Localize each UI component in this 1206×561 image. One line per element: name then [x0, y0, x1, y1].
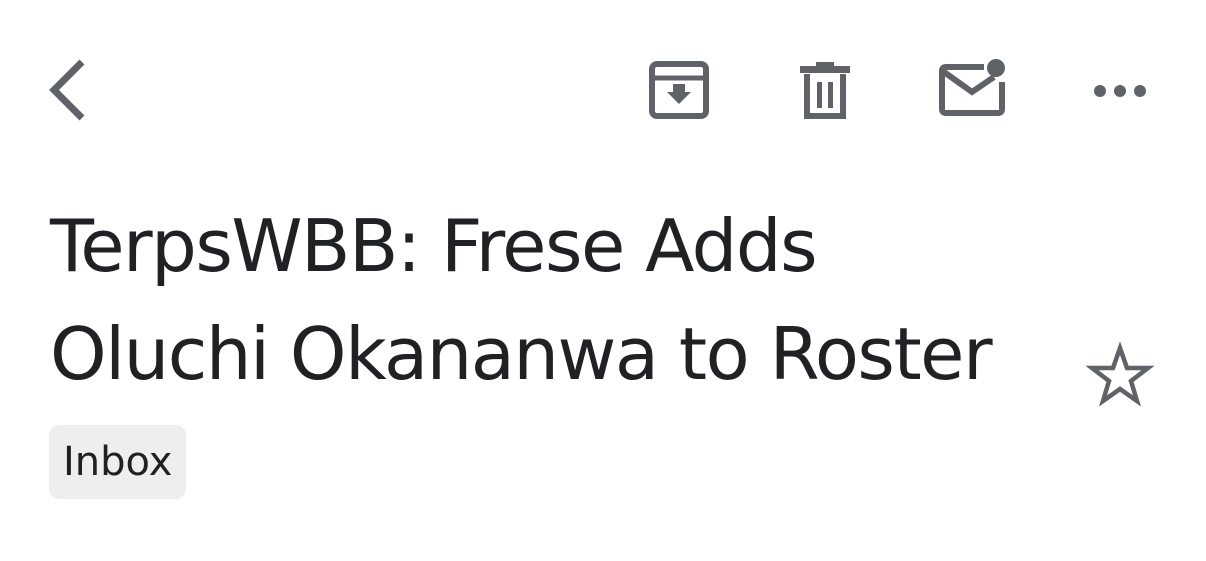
archive-button[interactable] [640, 54, 718, 128]
star-outline-icon [1085, 341, 1155, 407]
delete-button[interactable] [790, 54, 860, 128]
archive-icon [649, 61, 709, 119]
chevron-left-icon [49, 59, 85, 121]
trash-icon [800, 62, 850, 119]
back-button[interactable] [34, 52, 98, 128]
mail-unread-icon [939, 59, 1005, 116]
more-horizontal-icon [1094, 85, 1146, 97]
star-button[interactable] [1082, 338, 1158, 414]
label-chip-text: Inbox [63, 439, 173, 485]
mark-unread-button[interactable] [930, 52, 1014, 126]
label-chip-inbox[interactable]: Inbox [49, 425, 187, 499]
more-options-button[interactable] [1082, 68, 1158, 114]
email-subject: TerpsWBB: Frese Adds Oluchi Okananwa to … [50, 204, 993, 396]
